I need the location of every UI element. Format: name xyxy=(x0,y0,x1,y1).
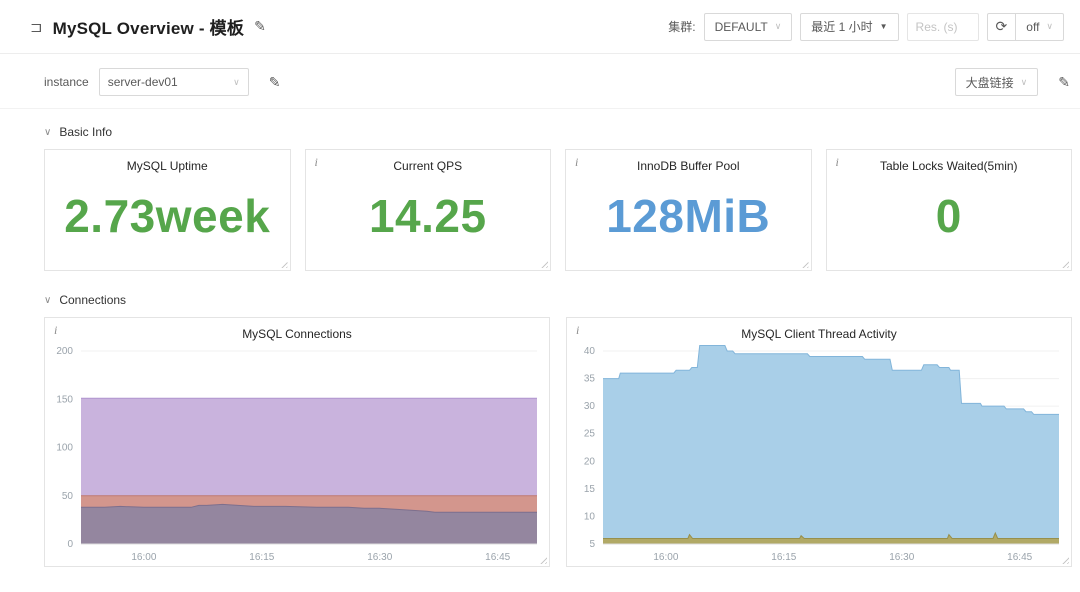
edit-instance-icon[interactable]: ✎ xyxy=(269,74,281,91)
svg-text:5: 5 xyxy=(589,539,595,550)
stat-title[interactable]: Current QPS xyxy=(306,150,551,173)
chevron-down-icon: ∨ xyxy=(1046,21,1053,31)
svg-text:16:00: 16:00 xyxy=(653,552,678,563)
info-icon[interactable]: i xyxy=(576,323,579,338)
filter-bar: instance server-dev01 ∨ ✎ 大盘链接 ∨ ✎ xyxy=(0,54,1080,109)
caret-down-icon: ▼ xyxy=(879,22,888,31)
time-range-select[interactable]: 最近 1 小时 ▼ xyxy=(800,12,899,41)
svg-text:16:30: 16:30 xyxy=(367,552,392,563)
refresh-interval-select[interactable]: off ∨ xyxy=(1016,12,1064,41)
svg-text:10: 10 xyxy=(584,511,596,522)
stat-panel-mysql-uptime: MySQL Uptime 2.73week xyxy=(44,149,291,271)
svg-text:150: 150 xyxy=(56,394,73,405)
chart-body: 5 10 15 20 25 30 35 40 16:00 16:15 16:30 16:45 xyxy=(567,341,1071,566)
stat-value: 0 xyxy=(935,189,962,242)
dashboard-links-select[interactable]: 大盘链接 ∨ xyxy=(954,68,1039,96)
dashboard-body: ∨ Basic Info MySQL Uptime 2.73week i Cur… xyxy=(0,125,1080,567)
refresh-interval-value: off xyxy=(1026,19,1040,34)
top-bar-controls: 集群: DEFAULT ∨ 最近 1 小时 ▼ ⟳ off ∨ xyxy=(668,12,1064,41)
chart-title[interactable]: MySQL Client Thread Activity xyxy=(567,318,1071,341)
svg-text:35: 35 xyxy=(584,374,596,385)
resolution-input[interactable] xyxy=(906,12,979,41)
section-connections-title: Connections xyxy=(59,293,127,307)
svg-text:30: 30 xyxy=(584,401,596,412)
filter-bar-right: 大盘链接 ∨ ✎ xyxy=(954,68,1070,96)
refresh-group: ⟳ off ∨ xyxy=(986,12,1064,41)
edit-title-icon[interactable]: ✎ xyxy=(254,18,266,35)
page-title: MySQL Overview - 模板 xyxy=(52,19,245,38)
panel-toggle-icon[interactable]: ⊐ xyxy=(30,18,43,36)
svg-text:16:45: 16:45 xyxy=(485,552,510,563)
svg-text:25: 25 xyxy=(584,429,596,440)
cluster-value: DEFAULT xyxy=(714,19,768,34)
time-range-value: 最近 1 小时 xyxy=(811,20,873,34)
svg-text:16:45: 16:45 xyxy=(1007,552,1032,563)
chevron-down-icon: ∨ xyxy=(44,294,52,306)
info-icon[interactable]: i xyxy=(54,323,57,338)
svg-text:16:15: 16:15 xyxy=(771,552,796,563)
svg-text:100: 100 xyxy=(56,443,73,454)
chart-row: i MySQL Connections 0 50 100 150 200 16:00 16:… xyxy=(44,317,1072,567)
section-basic-info-title: Basic Info xyxy=(59,125,113,139)
stat-value: 128MiB xyxy=(606,189,771,242)
stat-panel-innodb-buffer-pool: i InnoDB Buffer Pool 128MiB xyxy=(565,149,812,271)
instance-value: server-dev01 xyxy=(107,75,178,89)
svg-text:20: 20 xyxy=(584,456,596,467)
svg-text:40: 40 xyxy=(584,346,596,357)
chart-panel-mysql-connections: i MySQL Connections 0 50 100 150 200 16:00 16:… xyxy=(44,317,550,567)
section-basic-info-toggle[interactable]: ∨ Basic Info xyxy=(44,125,1072,139)
svg-text:16:30: 16:30 xyxy=(889,552,914,563)
chart-panel-mysql-client-thread-activity: i MySQL Client Thread Activity 5 10 15 20 25… xyxy=(566,317,1072,567)
top-bar: ⊐ MySQL Overview - 模板 ✎ 集群: DEFAULT ∨ 最近… xyxy=(0,0,1080,54)
dashboard-links-label: 大盘链接 xyxy=(965,75,1014,90)
stat-value: 2.73week xyxy=(64,189,271,242)
stat-title[interactable]: InnoDB Buffer Pool xyxy=(566,150,811,173)
mysql-client-thread-activity-chart[interactable]: 5 10 15 20 25 30 35 40 16:00 16:15 16:30 16:45 xyxy=(567,341,1071,566)
chevron-down-icon: ∨ xyxy=(233,76,240,87)
stat-value: 14.25 xyxy=(368,189,487,242)
refresh-icon[interactable]: ⟳ xyxy=(986,12,1017,41)
chevron-down-icon: ∨ xyxy=(1020,76,1028,87)
svg-text:50: 50 xyxy=(62,491,74,502)
info-icon[interactable]: i xyxy=(575,155,578,170)
stat-panel-current-qps: i Current QPS 14.25 xyxy=(304,149,551,271)
stat-title[interactable]: MySQL Uptime xyxy=(45,150,290,173)
instance-label: instance xyxy=(44,75,89,89)
info-icon[interactable]: i xyxy=(836,155,839,170)
chevron-down-icon: ∨ xyxy=(44,126,52,138)
svg-text:15: 15 xyxy=(584,484,596,495)
stat-title[interactable]: Table Locks Waited(5min) xyxy=(827,150,1072,173)
svg-text:16:00: 16:00 xyxy=(131,552,156,563)
svg-text:16:15: 16:15 xyxy=(249,552,274,563)
stat-row: MySQL Uptime 2.73week i Current QPS 14.2… xyxy=(44,149,1072,271)
chevron-down-icon: ∨ xyxy=(774,21,782,31)
svg-text:0: 0 xyxy=(67,539,73,550)
chart-title[interactable]: MySQL Connections xyxy=(45,318,549,341)
info-icon[interactable]: i xyxy=(315,155,318,170)
cluster-select[interactable]: DEFAULT ∨ xyxy=(703,12,793,41)
stat-panel-table-locks-waited: i Table Locks Waited(5min) 0 xyxy=(825,149,1072,271)
instance-select[interactable]: server-dev01 ∨ xyxy=(98,68,249,96)
chart-body: 0 50 100 150 200 16:00 16:15 16:30 16:45 xyxy=(45,341,549,566)
mysql-connections-chart[interactable]: 0 50 100 150 200 16:00 16:15 16:30 16:45 xyxy=(45,341,549,566)
cluster-label: 集群: xyxy=(668,20,696,34)
section-connections-toggle[interactable]: ∨ Connections xyxy=(44,293,1072,307)
svg-text:200: 200 xyxy=(56,346,73,357)
edit-links-icon[interactable]: ✎ xyxy=(1058,74,1070,91)
